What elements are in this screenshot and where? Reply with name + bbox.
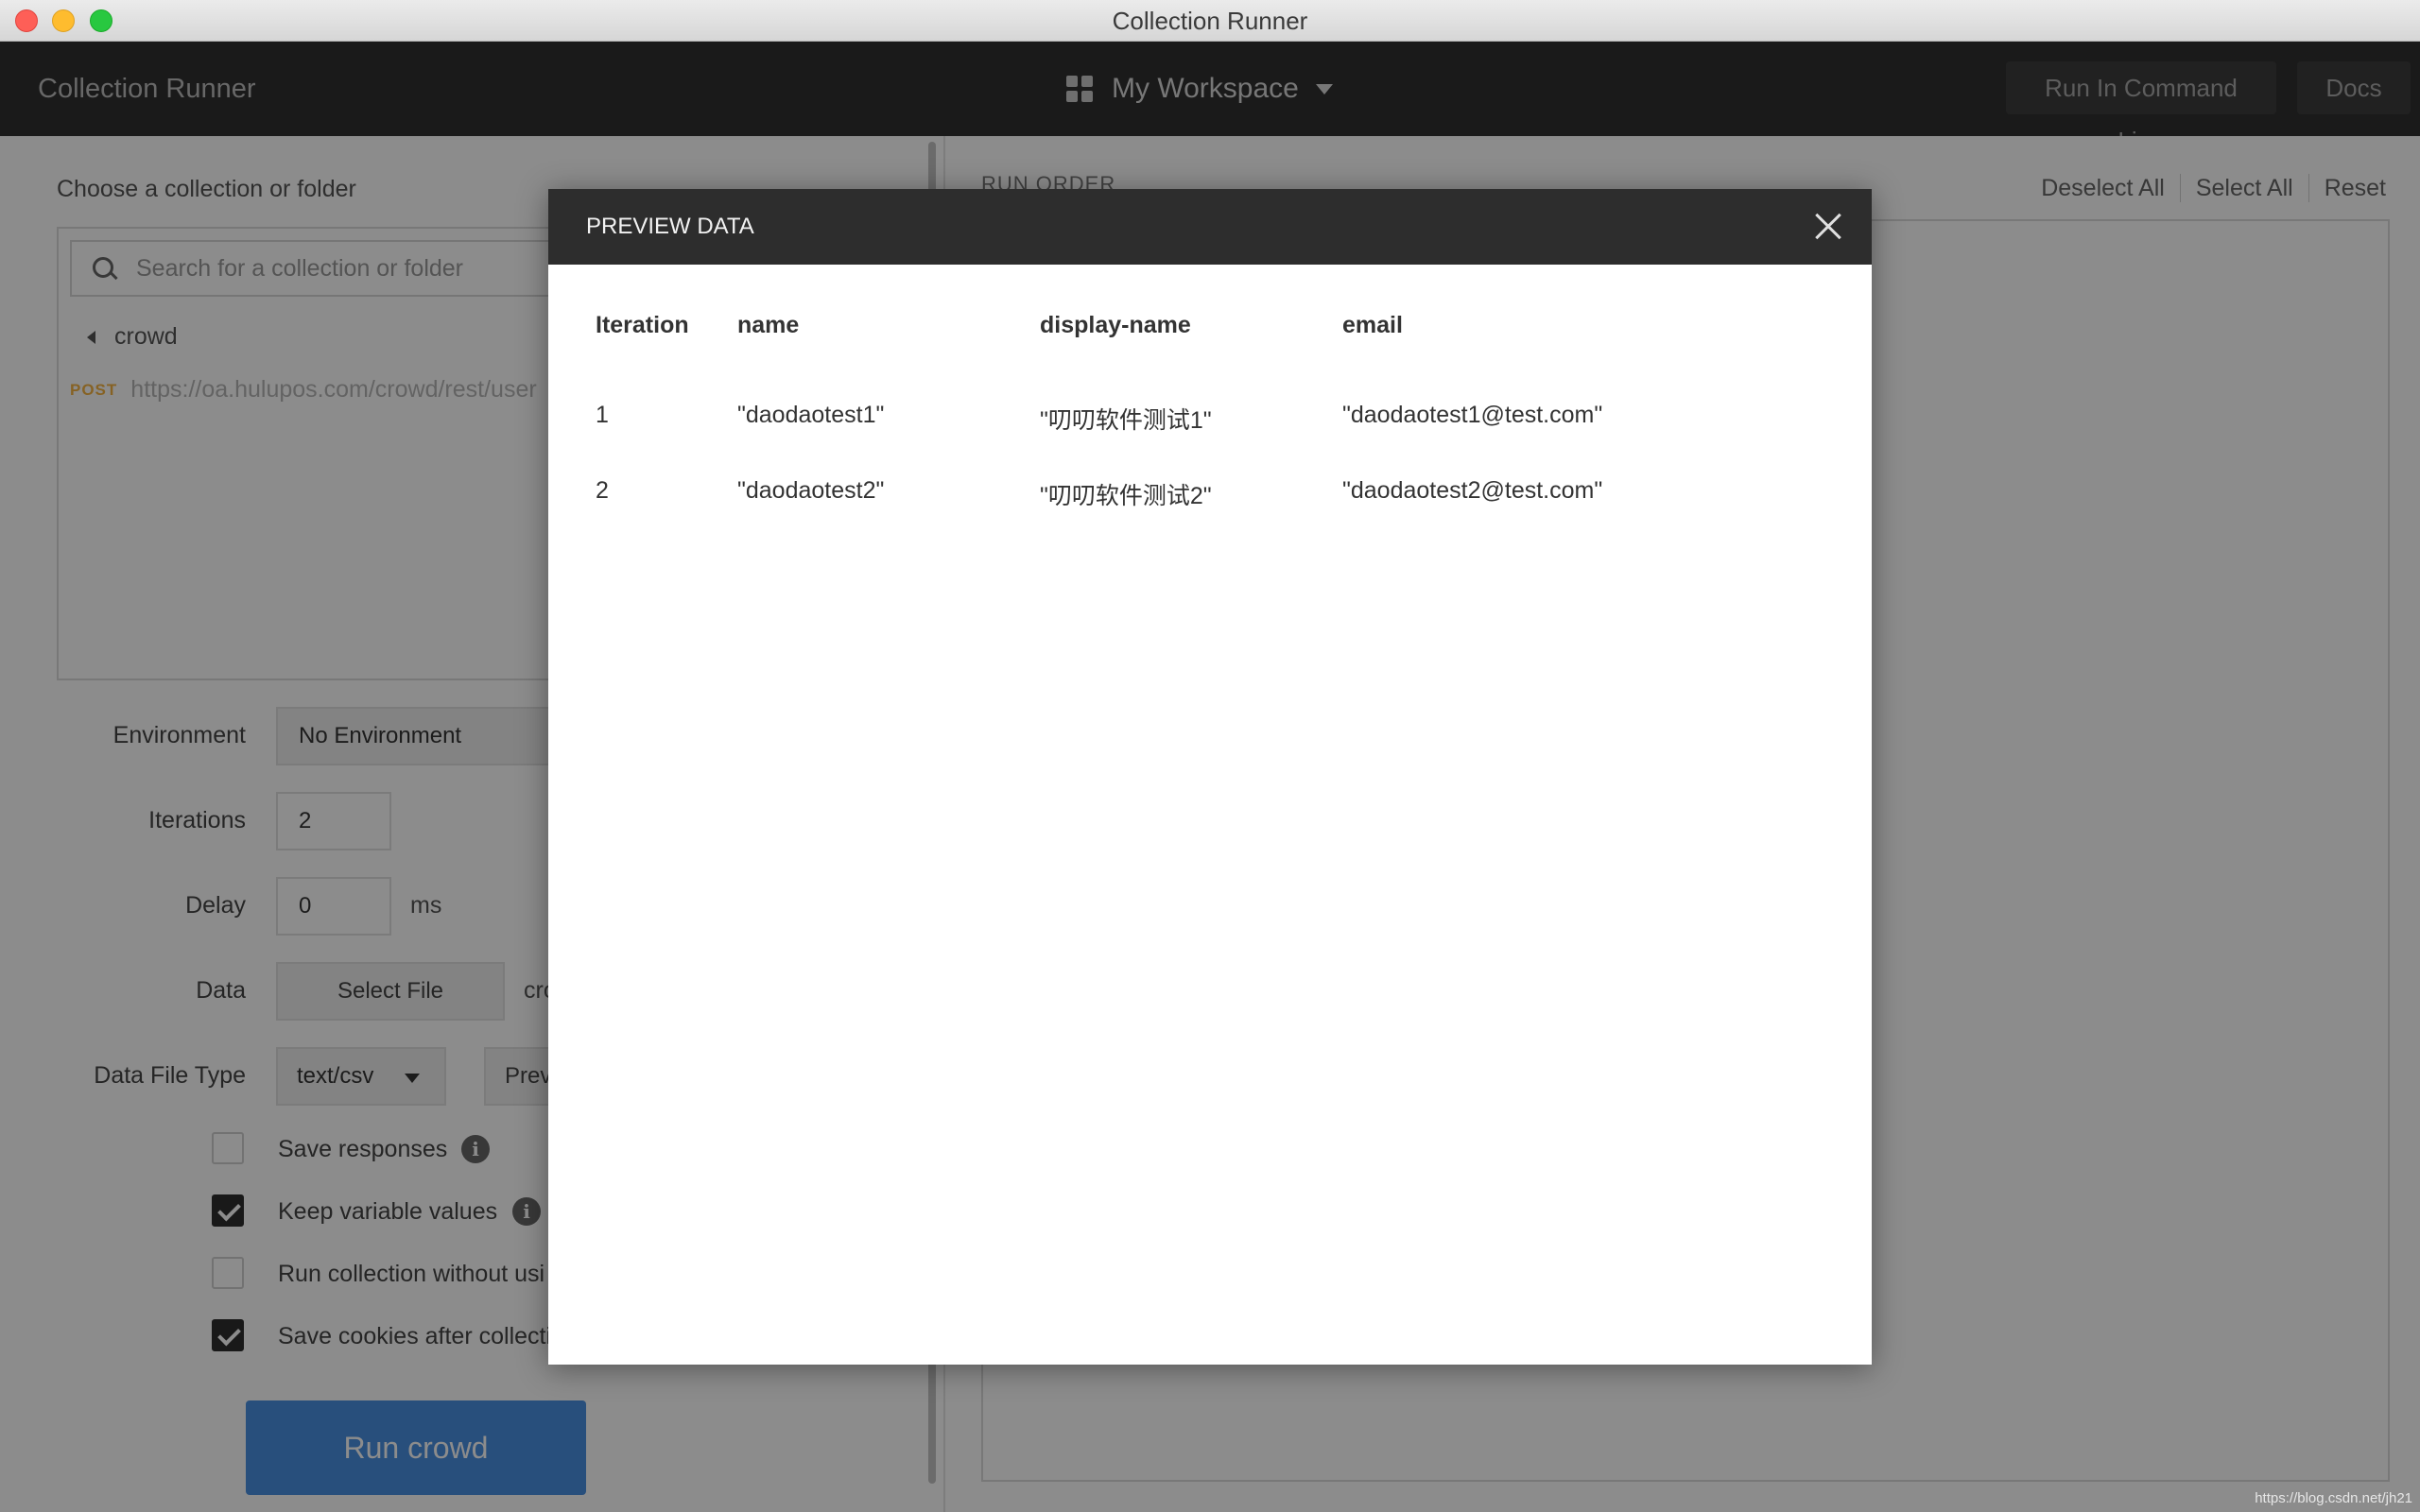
table-header-row: Iteration name display-name email	[596, 312, 1730, 402]
column-header: name	[737, 312, 800, 338]
table-cell: "daodaotest1"	[737, 402, 885, 428]
table-cell: 2	[596, 477, 609, 504]
table-cell: "daodaotest2"	[737, 477, 885, 504]
preview-data-modal: PREVIEW DATA Iteration name display-name…	[548, 189, 1872, 1365]
table-row: 1 "daodaotest1" "叨叨软件测试1" "daodaotest1@t…	[596, 402, 1730, 477]
table-cell: "叨叨软件测试1"	[1040, 407, 1212, 434]
preview-table: Iteration name display-name email 1 "dao…	[596, 312, 1730, 553]
window-title: Collection Runner	[1112, 7, 1308, 35]
table-row: 2 "daodaotest2" "叨叨软件测试2" "daodaotest2@t…	[596, 477, 1730, 553]
table-cell: "daodaotest2@test.com"	[1342, 477, 1603, 504]
modal-title: PREVIEW DATA	[586, 214, 754, 239]
window-titlebar: Collection Runner	[0, 0, 2420, 42]
close-icon[interactable]	[1809, 208, 1847, 246]
column-header: email	[1342, 312, 1403, 338]
table-cell: 1	[596, 402, 609, 428]
column-header: display-name	[1040, 312, 1191, 338]
table-cell: "daodaotest1@test.com"	[1342, 402, 1603, 428]
modal-header: PREVIEW DATA	[548, 189, 1872, 265]
column-header: Iteration	[596, 312, 689, 338]
table-cell: "叨叨软件测试2"	[1040, 483, 1212, 509]
watermark-text: https://blog.csdn.net/jh21	[2255, 1490, 2412, 1506]
